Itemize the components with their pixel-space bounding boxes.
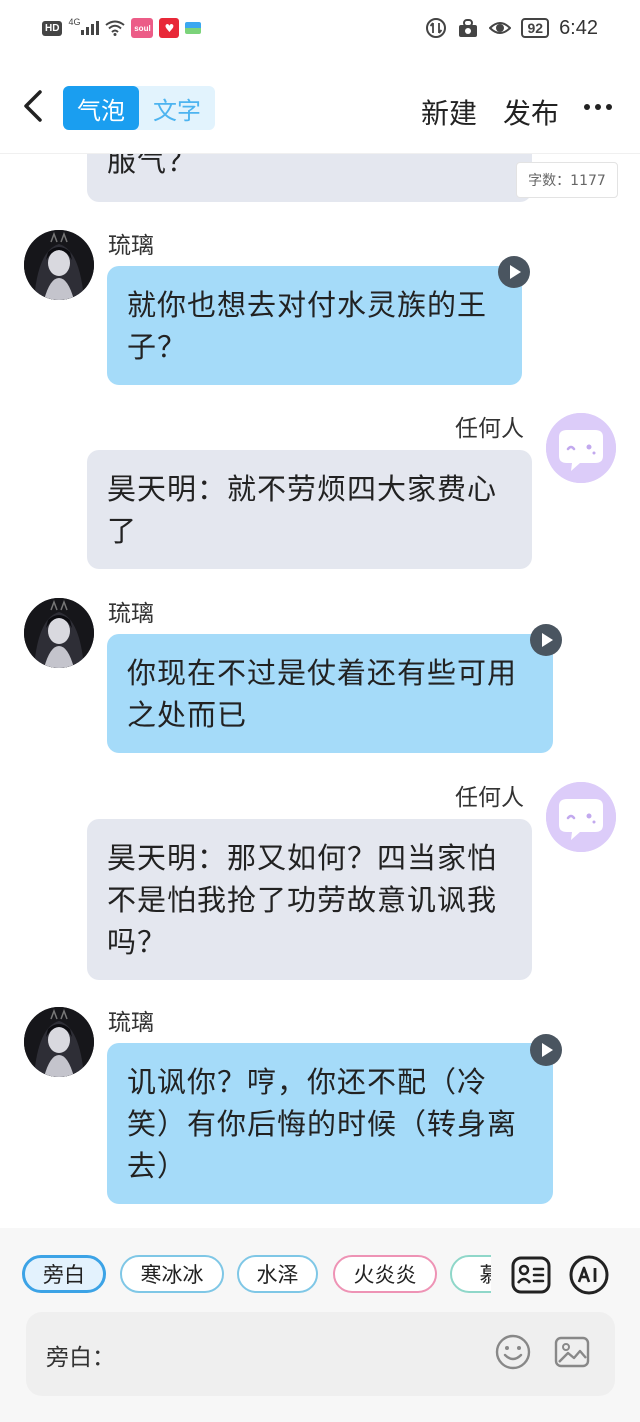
- speaker-name: 任何人: [455, 416, 524, 442]
- speaker-name: 任何人: [455, 785, 524, 811]
- tab-bubble[interactable]: 气泡: [63, 86, 139, 130]
- avatar[interactable]: [24, 598, 94, 668]
- message-line: 子？: [127, 330, 188, 364]
- back-arrow-icon[interactable]: [14, 86, 50, 126]
- status-right: 92 6:42: [425, 14, 598, 42]
- view-mode-toggle: 气泡 文字: [63, 86, 215, 130]
- role-chip-list[interactable]: 旁白 寒冰冰 水泽 火炎炎 慕: [20, 1255, 491, 1295]
- publish-button[interactable]: 发布: [503, 92, 559, 132]
- clock: 6:42: [559, 16, 598, 39]
- tab-text[interactable]: 文字: [139, 86, 215, 130]
- status-left: HD 4G soul ♥: [42, 16, 202, 40]
- role-chip[interactable]: 寒冰冰: [120, 1255, 224, 1293]
- role-chip[interactable]: 慕: [450, 1255, 491, 1293]
- role-chip[interactable]: 水泽: [237, 1255, 318, 1293]
- message-bubble[interactable]: 你现在不过是仗着还有些可用 之处而已: [107, 634, 553, 753]
- composer-panel: 旁白 寒冰冰 水泽 火炎炎 慕 旁白：: [0, 1228, 640, 1422]
- play-voice-icon[interactable]: [530, 1034, 562, 1066]
- input-role-label: 旁白：: [46, 1345, 115, 1371]
- message-line: 笑）有你后悔的时候（转身离: [127, 1107, 518, 1141]
- app-notification-icon: soul: [131, 18, 154, 38]
- role-chip-narrator[interactable]: 旁白: [22, 1255, 106, 1293]
- more-options-icon[interactable]: [584, 104, 612, 110]
- message-line: 吗？: [107, 925, 168, 959]
- role-selector: 旁白 寒冰冰 水泽 火炎炎 慕: [0, 1228, 640, 1324]
- heart-app-icon: ♥: [159, 18, 180, 38]
- wifi-icon: [105, 20, 126, 36]
- message-bubble[interactable]: 讥讽你？哼，你还不配（冷 笑）有你后悔的时候（转身离 去）: [107, 1043, 553, 1204]
- play-voice-icon[interactable]: [498, 256, 530, 288]
- role-card-icon[interactable]: [510, 1254, 552, 1296]
- emoji-icon[interactable]: [494, 1333, 532, 1371]
- avatar[interactable]: [24, 230, 94, 300]
- message-input[interactable]: [126, 1332, 486, 1372]
- eye-comfort-icon: [489, 22, 512, 34]
- message-bubble[interactable]: 昊天明：就不劳烦四大家费心 了: [87, 450, 532, 569]
- message-line: 就你也想去对付水灵族的王: [127, 288, 488, 322]
- speaker-name: 琉璃: [108, 601, 154, 627]
- network-type: 4G: [68, 17, 81, 27]
- ai-assistant-icon[interactable]: [568, 1254, 610, 1296]
- message-line: 去）: [127, 1149, 188, 1183]
- image-picker-icon[interactable]: [553, 1333, 591, 1371]
- message-bubble[interactable]: 就你也想去对付水灵族的王 子？: [107, 266, 522, 385]
- avatar[interactable]: [24, 1007, 94, 1077]
- new-button[interactable]: 新建: [421, 92, 477, 132]
- message-input-box[interactable]: 旁白：: [26, 1312, 615, 1396]
- avatar[interactable]: [546, 413, 616, 483]
- role-chip[interactable]: 火炎炎: [333, 1255, 437, 1293]
- avatar[interactable]: [546, 782, 616, 852]
- word-count-badge: 字数：1177: [516, 162, 618, 198]
- app-notification-icon-2: [185, 22, 202, 34]
- message-line: 之处而已: [127, 698, 248, 732]
- message-bubble[interactable]: 昊天明：那又如何？四当家怕 不是怕我抢了功劳故意讥讽我 吗？: [87, 819, 532, 980]
- message-line: 昊天明：就不劳烦四大家费心: [107, 472, 498, 506]
- hd-indicator: HD: [42, 20, 63, 36]
- cellular-signal-icon: 4G: [68, 17, 100, 35]
- chat-message-list[interactable]: 服气？ 字数：1177 琉璃 就你也想去对付水灵族的王 子？ 任何人 昊天明：就…: [0, 154, 640, 1228]
- message-line: 讥讽你？哼，你还不配（冷: [127, 1065, 488, 1099]
- speaker-name: 琉璃: [108, 1010, 154, 1036]
- data-saver-icon: [426, 18, 447, 38]
- message-line: 你现在不过是仗着还有些可用: [127, 656, 518, 690]
- camera-lock-icon: [459, 19, 478, 37]
- message-line: 昊天明：那又如何？四当家怕: [107, 841, 498, 875]
- speaker-name: 琉璃: [108, 233, 154, 259]
- battery-icon: 92: [521, 18, 550, 38]
- play-voice-icon[interactable]: [530, 624, 562, 656]
- message-line: 了: [107, 514, 138, 548]
- status-bar: HD 4G soul ♥ 92 6:42: [0, 0, 640, 56]
- message-line: 服气？: [107, 154, 198, 178]
- message-line: 不是怕我抢了功劳故意讥讽我: [107, 883, 498, 917]
- top-nav-bar: 气泡 文字 新建 发布: [0, 56, 640, 154]
- message-bubble[interactable]: 服气？: [87, 154, 532, 202]
